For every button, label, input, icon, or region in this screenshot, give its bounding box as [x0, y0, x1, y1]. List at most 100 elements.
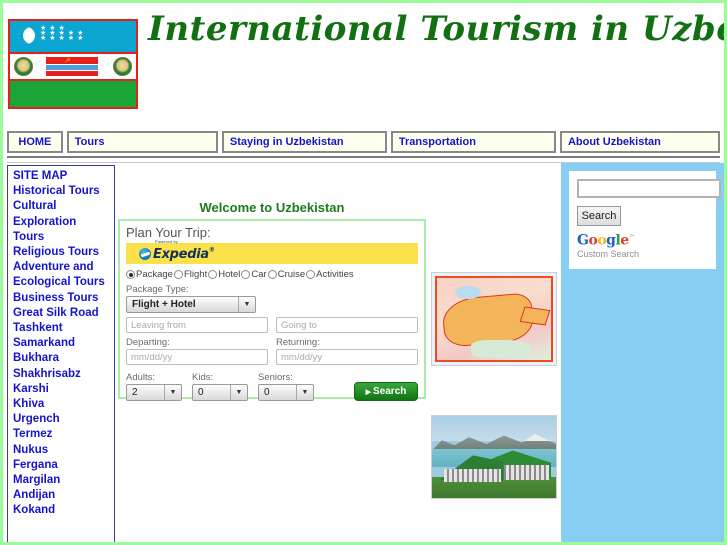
- map-east-region: [519, 306, 551, 326]
- play-arrow-icon: ▶: [365, 388, 372, 396]
- main-navigation: HOME Tours Staying in Uzbekistan Transpo…: [7, 131, 720, 153]
- page-root: ★★★ ★★★★★ ★★★★★ ☭ International Tourism in…: [0, 0, 727, 545]
- sidebar-item-termez[interactable]: Termez: [13, 427, 114, 442]
- sidebar-item-margilan[interactable]: Margilan: [13, 473, 114, 488]
- nav-item-staying-in-uzbekistan[interactable]: Staying in Uzbekistan: [221, 131, 387, 153]
- seniors-label: Seniors:: [258, 372, 293, 383]
- kids-value: 0: [198, 387, 204, 398]
- map-aral-sea: [455, 286, 481, 299]
- content-area: SITE MAP Historical Tours Cultural Explo…: [3, 163, 724, 542]
- seniors-value: 0: [264, 387, 270, 398]
- radio-option-car[interactable]: Car: [241, 269, 267, 280]
- radio-option-activities[interactable]: Activities: [306, 269, 354, 280]
- package-type-select[interactable]: Flight + Hotel ▼: [126, 296, 256, 313]
- sidebar-item-nukus[interactable]: Nukus: [13, 443, 114, 458]
- expedia-search-label: Search: [373, 386, 407, 397]
- adults-select[interactable]: 2 ▼: [126, 384, 182, 401]
- sidebar-item-business-tours[interactable]: Business Tours: [13, 291, 114, 306]
- adults-value: 2: [132, 387, 138, 398]
- package-type-label: Package Type:: [126, 284, 189, 295]
- chevron-down-icon-kids[interactable]: ▼: [230, 385, 247, 400]
- radio-label-package: Package: [136, 269, 173, 280]
- radio-option-package[interactable]: Package: [126, 269, 173, 280]
- chevron-down-icon-adults[interactable]: ▼: [164, 385, 181, 400]
- expedia-trademark: ®: [208, 246, 215, 254]
- radio-label-flight: Flight: [183, 269, 208, 280]
- departing-date-input[interactable]: mm/dd/yy: [126, 349, 268, 365]
- sidebar-item-urgench[interactable]: Urgench: [13, 412, 114, 427]
- sidebar-item-fergana[interactable]: Fergana: [13, 458, 114, 473]
- sidebar-item-religious-tours[interactable]: Religious Tours: [13, 245, 114, 260]
- nav-divider: [7, 156, 720, 163]
- google-letter-e: e: [620, 232, 629, 249]
- chevron-down-icon[interactable]: ▼: [238, 297, 255, 312]
- sidebar-item-cultural-exploration-tours-line1[interactable]: Cultural: [13, 199, 114, 214]
- flag-blue-stripe: ★★★ ★★★★★ ★★★★★: [10, 21, 136, 54]
- sidebar-item-kokand[interactable]: Kokand: [13, 503, 114, 518]
- google-letter-o2: o: [597, 232, 607, 249]
- going-to-input[interactable]: Going to: [276, 317, 418, 333]
- expedia-search-button[interactable]: ▶ Search: [354, 382, 418, 401]
- photo-building-wall-right: [496, 465, 549, 480]
- sidebar-item-shakhrisabz[interactable]: Shakhrisabz: [13, 367, 114, 382]
- crescent-icon: [18, 27, 35, 44]
- map-south-region: [471, 340, 531, 358]
- sidebar-item-cultural-exploration-tours-line2[interactable]: Exploration: [13, 215, 114, 230]
- sidebar: SITE MAP Historical Tours Cultural Explo…: [7, 165, 115, 542]
- radio-icon-cruise[interactable]: [267, 270, 277, 279]
- returning-date-input[interactable]: mm/dd/yy: [276, 349, 418, 365]
- uzbekistan-flag-image: ★★★ ★★★★★ ★★★★★ ☭: [8, 19, 138, 109]
- sidebar-item-historical-tours[interactable]: Historical Tours: [13, 184, 114, 199]
- emblem-left-icon: [14, 57, 33, 76]
- nav-item-tours[interactable]: Tours: [66, 131, 218, 153]
- leaving-from-input[interactable]: Leaving from: [126, 317, 268, 333]
- radio-icon-flight[interactable]: [173, 270, 183, 279]
- seniors-select[interactable]: 0 ▼: [258, 384, 314, 401]
- kids-select[interactable]: 0 ▼: [192, 384, 248, 401]
- nav-item-about-uzbekistan[interactable]: About Uzbekistan: [559, 131, 720, 153]
- sidebar-item-andijan[interactable]: Andijan: [13, 488, 114, 503]
- google-letter-o1: o: [588, 232, 598, 249]
- main-column: Welcome to Uzbekistan Plan Your Trip: Po…: [117, 163, 427, 541]
- sidebar-item-adventure-ecological-tours-line1[interactable]: Adventure and: [13, 260, 114, 275]
- emblem-right-icon: [113, 57, 132, 76]
- flag-green-stripe: [10, 81, 136, 107]
- nav-item-transportation[interactable]: Transportation: [390, 131, 556, 153]
- radio-icon-car[interactable]: [241, 270, 251, 279]
- returning-label: Returning:: [276, 337, 320, 348]
- date-labels-row: Departing: Returning:: [126, 333, 418, 349]
- radio-option-cruise[interactable]: Cruise: [267, 269, 305, 280]
- lakeside-buildings-photo[interactable]: [431, 415, 557, 499]
- chevron-down-icon-seniors[interactable]: ▼: [296, 385, 313, 400]
- date-inputs-row: mm/dd/yy mm/dd/yy: [126, 349, 418, 365]
- sidebar-item-karshi[interactable]: Karshi: [13, 382, 114, 397]
- uzbekistan-map-image[interactable]: [431, 272, 557, 366]
- origin-destination-row: Leaving from Going to: [126, 317, 418, 333]
- sidebar-item-site-map[interactable]: SITE MAP: [13, 169, 114, 184]
- custom-search-label: Custom Search: [577, 248, 640, 259]
- powered-by-label: Powered by: [155, 238, 179, 244]
- sidebar-item-tashkent[interactable]: Tashkent: [13, 321, 114, 336]
- adults-group: Adults: 2 ▼: [126, 368, 184, 401]
- google-custom-search-widget: Search Google™ Custom Search: [569, 171, 721, 269]
- radio-label-hotel: Hotel: [218, 269, 241, 280]
- search-input[interactable]: [577, 179, 721, 198]
- radio-label-car: Car: [251, 269, 267, 280]
- sidebar-item-samarkand[interactable]: Samarkand: [13, 336, 114, 351]
- kids-label: Kids:: [192, 372, 214, 383]
- travelers-row: Adults: 2 ▼ Kids: 0 ▼ Seniors: 0 ▼ ▶ Sea…: [126, 368, 418, 401]
- radio-icon-hotel[interactable]: [208, 270, 218, 279]
- radio-option-hotel[interactable]: Hotel: [208, 269, 240, 280]
- sidebar-item-adventure-ecological-tours-line2[interactable]: Ecological Tours: [13, 275, 114, 290]
- radio-icon-activities[interactable]: [306, 270, 316, 279]
- nav-item-home[interactable]: HOME: [7, 131, 63, 153]
- search-button[interactable]: Search: [577, 206, 621, 226]
- expedia-wordmark: Expedia: [153, 246, 209, 262]
- sidebar-item-great-silk-road[interactable]: Great Silk Road: [13, 306, 114, 321]
- sidebar-item-bukhara[interactable]: Bukhara: [13, 351, 114, 366]
- sidebar-item-khiva[interactable]: Khiva: [13, 397, 114, 412]
- radio-option-flight[interactable]: Flight: [173, 269, 208, 280]
- radio-icon-package[interactable]: [126, 270, 135, 279]
- sidebar-item-cultural-exploration-tours-line3[interactable]: Tours: [13, 230, 114, 245]
- soviet-flag-icon: ☭: [46, 57, 98, 76]
